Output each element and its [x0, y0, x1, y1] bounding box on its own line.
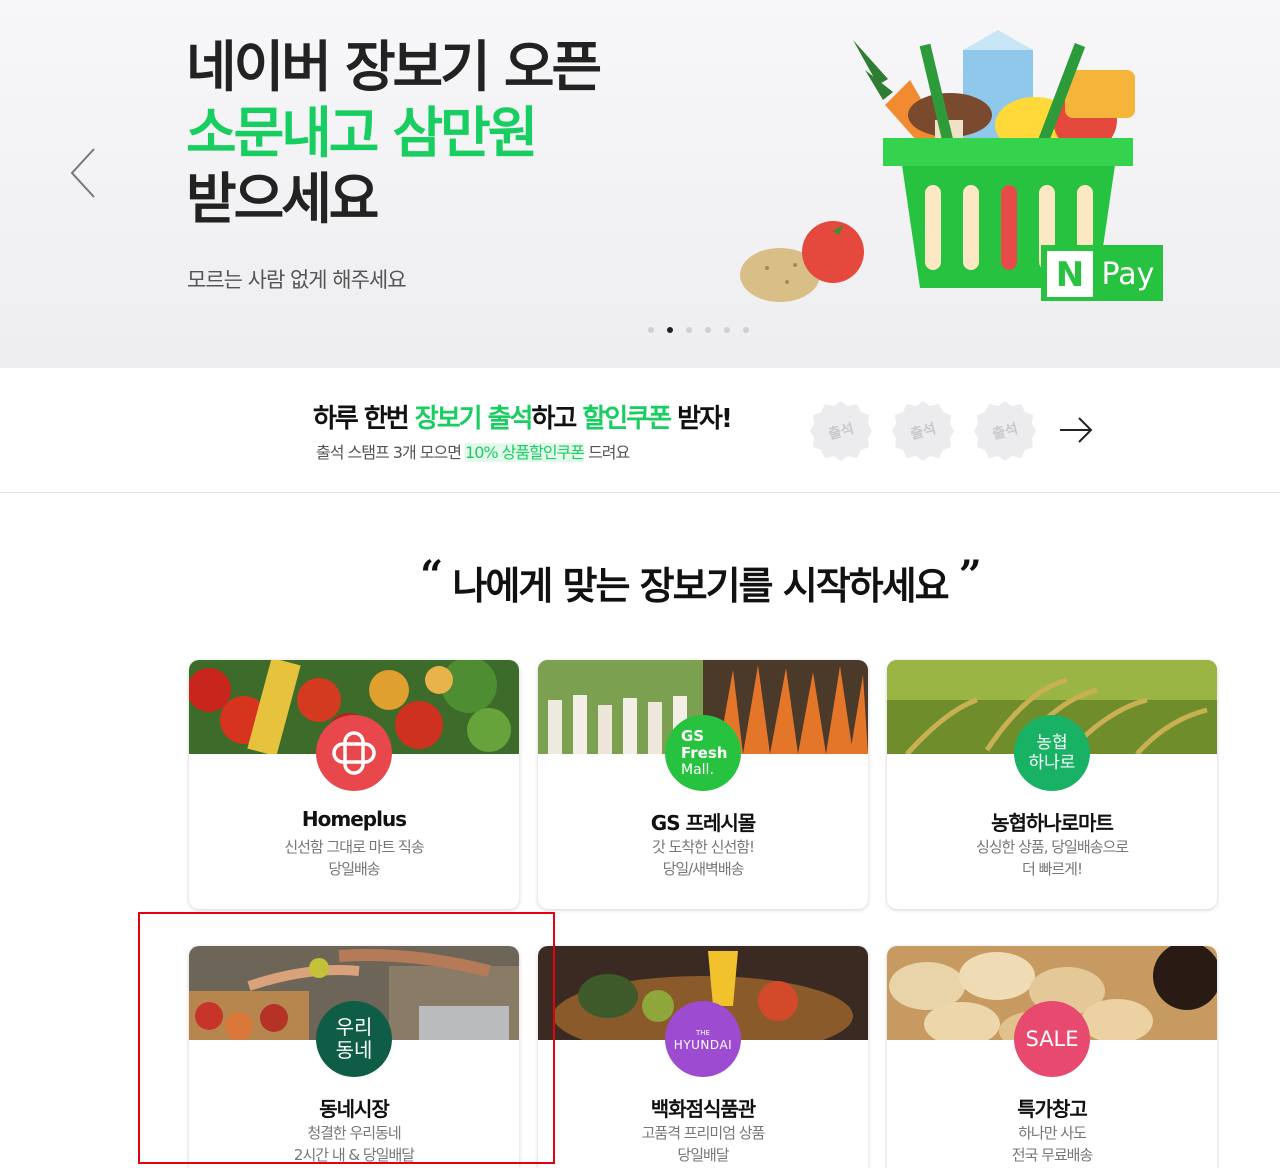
- hyundai-logo-text: HYUNDAI: [673, 1038, 733, 1052]
- banner-headline-line1: 네이버 장보기 오픈: [186, 35, 602, 99]
- store-desc-line2: 2시간 내 & 당일배달: [293, 1146, 415, 1164]
- store-desc-line1: 신선함 그대로 마트 직송: [284, 838, 424, 856]
- homeplus-logo: [316, 715, 392, 791]
- grocery-basket-illustration: N Pay: [740, 30, 1163, 302]
- attendance-desc-part: 출석 스탬프 3개 모으면: [316, 443, 466, 462]
- store-desc-line2: 전국 무료배송: [1011, 1146, 1094, 1164]
- attendance-description: 출석 스탬프 3개 모으면 10% 상품할인쿠폰 드려요: [316, 439, 630, 463]
- hanaro-logo-text: 하나로: [1028, 753, 1076, 773]
- store-desc-line1: 청결한 우리동네: [307, 1124, 401, 1142]
- store-card-local-market[interactable]: 우리 동네 동네시장 청결한 우리동네 2시간 내 & 당일배달: [189, 946, 519, 1168]
- chevron-left-icon[interactable]: [62, 145, 102, 201]
- store-card-homeplus[interactable]: Homeplus 신선함 그대로 마트 직송 당일배송: [189, 660, 519, 909]
- store-desc-line2: 당일/새벽배송: [662, 860, 745, 878]
- gs-fresh-logo: GS Fresh Mall.: [665, 715, 741, 791]
- store-description: 고품격 프리미엄 상품 당일배달: [538, 1122, 868, 1166]
- store-name: 백화점식품관: [650, 1097, 756, 1121]
- store-desc-line1: 갓 도착한 신선함!: [651, 838, 755, 856]
- gs-logo-text: Mall.: [681, 761, 714, 778]
- sale-logo-text: SALE: [1025, 1027, 1079, 1051]
- store-description: 갓 도착한 신선함! 당일/새벽배송: [538, 836, 868, 880]
- stamp-icon: 출석: [892, 401, 954, 461]
- store-name: 농협하나로마트: [991, 811, 1114, 835]
- store-card-nonghyup-hanaro[interactable]: 농협 하나로 농협하나로마트 싱싱한 상품, 당일배송으로 더 빠르게!: [887, 660, 1217, 909]
- stamp-icon: 출석: [810, 401, 872, 461]
- hanaro-logo-text: 농협: [1036, 733, 1068, 753]
- carousel-dot[interactable]: [686, 327, 692, 333]
- attendance-banner[interactable]: 하루 한번 장보기 출석하고 할인쿠폰 받자! 출석 스탬프 3개 모으면 10…: [0, 368, 1280, 493]
- banner-subtitle: 모르는 사람 없게 해주세요: [187, 268, 407, 292]
- banner-headline-line3: 받으세요: [186, 167, 379, 231]
- sale-logo: SALE: [1014, 1001, 1090, 1077]
- banner-headline: 네이버 장보기 오픈 소문내고 삼만원 받으세요: [186, 34, 602, 232]
- store-desc-line1: 고품격 프리미엄 상품: [641, 1124, 766, 1142]
- npay-n-text: N: [1056, 255, 1084, 295]
- promo-banner[interactable]: 네이버 장보기 오픈 소문내고 삼만원 받으세요 모르는 사람 없게 해주세요: [0, 0, 1280, 368]
- gs-logo-text: Fresh: [681, 743, 728, 762]
- store-name: GS 프레시몰: [650, 811, 756, 835]
- npay-pay-text: Pay: [1102, 257, 1155, 292]
- attendance-desc-highlight: 10% 상품할인쿠폰: [465, 443, 585, 462]
- local-logo-text: 우리: [335, 1015, 373, 1039]
- store-name: 특가창고: [1017, 1097, 1088, 1121]
- gs-logo-text: GS: [681, 726, 705, 745]
- store-description: 싱싱한 상품, 당일배송으로 더 빠르게!: [887, 836, 1217, 880]
- store-desc-line2: 당일배달: [677, 1146, 729, 1164]
- store-name: 동네시장: [319, 1097, 390, 1121]
- close-quote: ”: [958, 552, 982, 599]
- attendance-title-green: 장보기 출석: [414, 404, 534, 434]
- open-quote: “: [420, 552, 443, 599]
- attendance-title-part: 하루 한번: [313, 404, 415, 434]
- store-desc-line1: 싱싱한 상품, 당일배송으로: [975, 838, 1129, 856]
- store-card-department-store[interactable]: THE HYUNDAI 백화점식품관 고품격 프리미엄 상품 당일배달: [538, 946, 868, 1168]
- store-card-gs-fresh[interactable]: GS Fresh Mall. GS 프레시몰 갓 도착한 신선함! 당일/새벽배…: [538, 660, 868, 909]
- store-description: 청결한 우리동네 2시간 내 & 당일배달: [189, 1122, 519, 1166]
- attendance-title: 하루 한번 장보기 출석하고 할인쿠폰 받자!: [313, 398, 733, 435]
- carousel-dot[interactable]: [705, 327, 711, 333]
- hyundai-logo: THE HYUNDAI: [665, 1001, 741, 1077]
- stamp-icon: 출석: [974, 401, 1036, 461]
- store-name: Homeplus: [301, 807, 407, 831]
- arrow-right-icon[interactable]: [1058, 416, 1094, 444]
- local-logo-text: 동네: [335, 1038, 373, 1062]
- carousel-dot-active[interactable]: [667, 327, 673, 333]
- carousel-dot[interactable]: [743, 327, 749, 333]
- section-title-text: 나에게 맞는 장보기를 시작하세요: [452, 564, 949, 608]
- carousel-dots: [648, 327, 749, 333]
- npay-badge: N Pay: [1041, 245, 1163, 301]
- homeplus-flower-icon: [332, 731, 376, 775]
- nonghyup-hanaro-logo: 농협 하나로: [1014, 715, 1090, 791]
- store-desc-line2: 더 빠르게!: [1022, 860, 1083, 878]
- local-market-logo: 우리 동네: [316, 1001, 392, 1077]
- carousel-dot[interactable]: [648, 327, 654, 333]
- store-card-special-deals[interactable]: SALE 특가창고 하나만 사도 전국 무료배송: [887, 946, 1217, 1168]
- store-description: 신선함 그대로 마트 직송 당일배송: [189, 836, 519, 880]
- attendance-title-part: 받자!: [670, 404, 733, 434]
- attendance-title-green: 할인쿠폰: [582, 404, 672, 434]
- section-title: “ 나에게 맞는 장보기를 시작하세요 ”: [0, 552, 1280, 610]
- carousel-dot[interactable]: [724, 327, 730, 333]
- store-description: 하나만 사도 전국 무료배송: [887, 1122, 1217, 1166]
- attendance-title-part: 하고: [531, 404, 583, 434]
- attendance-desc-part: 드려요: [583, 443, 630, 462]
- store-desc-line1: 하나만 사도: [1018, 1124, 1087, 1142]
- store-desc-line2: 당일배송: [328, 860, 380, 878]
- banner-headline-line2: 소문내고 삼만원: [186, 101, 538, 165]
